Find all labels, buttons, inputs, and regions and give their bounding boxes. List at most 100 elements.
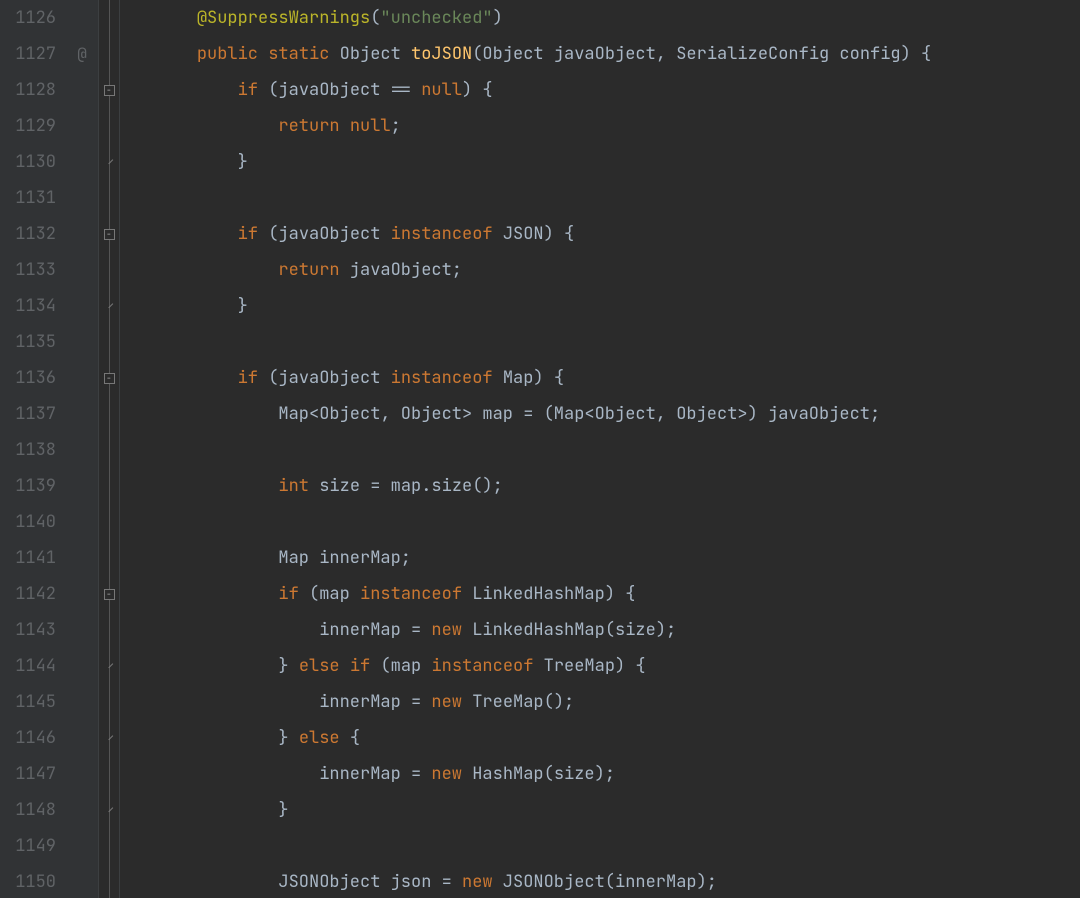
code-line[interactable]: innerMap = new LinkedHashMap(size); [156,612,1080,648]
code-token: else [299,727,340,749]
fold-marker[interactable] [99,252,119,288]
line-number[interactable]: 1133 [0,252,56,288]
code-line[interactable]: Map innerMap; [156,540,1080,576]
code-token: instanceof [360,583,462,605]
code-token [258,43,268,65]
line-number[interactable]: 1139 [0,468,56,504]
code-token: return [278,259,339,281]
code-line[interactable]: public static Object toJSON(Object javaO… [156,36,1080,72]
code-token: (javaObject == [258,79,421,101]
fold-marker[interactable] [99,108,119,144]
line-number[interactable]: 1141 [0,540,56,576]
line-number[interactable]: 1137 [0,396,56,432]
code-line[interactable] [156,432,1080,468]
fold-marker[interactable] [99,504,119,540]
code-line[interactable] [156,324,1080,360]
fold-marker[interactable] [99,612,119,648]
code-line[interactable]: int size = map.size(); [156,468,1080,504]
line-number[interactable]: 1146 [0,720,56,756]
line-number[interactable]: 1149 [0,828,56,864]
gutter-annotation [66,720,98,756]
line-number[interactable]: 1132 [0,216,56,252]
fold-marker[interactable] [99,324,119,360]
gutter-annotation [66,576,98,612]
fold-marker[interactable] [99,396,119,432]
fold-marker[interactable] [99,72,119,108]
fold-marker[interactable] [99,468,119,504]
code-line[interactable]: innerMap = new HashMap(size); [156,756,1080,792]
line-number-gutter[interactable]: 1126112711281129113011311132113311341135… [0,0,66,898]
code-line[interactable]: return javaObject; [156,252,1080,288]
line-number[interactable]: 1148 [0,792,56,828]
fold-marker[interactable] [99,144,119,180]
code-line[interactable]: Map<Object, Object> map = (Map<Object, O… [156,396,1080,432]
code-line[interactable] [156,828,1080,864]
code-editor[interactable]: 1126112711281129113011311132113311341135… [0,0,1080,898]
code-line[interactable]: return null; [156,108,1080,144]
line-number[interactable]: 1135 [0,324,56,360]
code-line[interactable] [156,180,1080,216]
fold-marker[interactable] [99,828,119,864]
fold-marker[interactable] [99,684,119,720]
code-line[interactable]: if (javaObject == null) { [156,72,1080,108]
gutter-annotation [66,756,98,792]
fold-marker[interactable] [99,648,119,684]
code-token: innerMap = [156,763,431,785]
fold-marker[interactable] [99,864,119,898]
code-token: TreeMap) { [533,655,645,677]
gutter-annotation [66,684,98,720]
line-number[interactable]: 1134 [0,288,56,324]
code-line[interactable]: } else if (map instanceof TreeMap) { [156,648,1080,684]
line-number[interactable]: 1128 [0,72,56,108]
code-token: "unchecked" [380,7,492,29]
fold-marker[interactable] [99,720,119,756]
code-token: new [462,871,493,893]
code-line[interactable]: } [156,144,1080,180]
line-number[interactable]: 1131 [0,180,56,216]
fold-marker[interactable] [99,288,119,324]
code-token [156,7,197,29]
code-line[interactable]: } [156,792,1080,828]
line-number[interactable]: 1129 [0,108,56,144]
annotation-gutter[interactable]: @ [66,0,98,898]
code-token: instanceof [391,367,493,389]
line-number[interactable]: 1126 [0,0,56,36]
fold-gutter[interactable] [98,0,120,898]
code-line[interactable] [156,504,1080,540]
fold-marker[interactable] [99,756,119,792]
code-line[interactable]: JSONObject json = new JSONObject(innerMa… [156,864,1080,898]
fold-marker[interactable] [99,792,119,828]
line-number[interactable]: 1147 [0,756,56,792]
code-line[interactable]: innerMap = new TreeMap(); [156,684,1080,720]
fold-marker[interactable] [99,540,119,576]
code-token: (map [370,655,431,677]
fold-marker[interactable] [99,432,119,468]
code-token: HashMap(size); [462,763,615,785]
line-number[interactable]: 1144 [0,648,56,684]
code-area[interactable]: @SuppressWarnings("unchecked") public st… [120,0,1080,898]
line-number[interactable]: 1136 [0,360,56,396]
code-line[interactable]: @SuppressWarnings("unchecked") [156,0,1080,36]
fold-marker[interactable] [99,360,119,396]
gutter-annotation [66,540,98,576]
line-number[interactable]: 1142 [0,576,56,612]
line-number[interactable]: 1143 [0,612,56,648]
code-line[interactable]: if (javaObject instanceof JSON) { [156,216,1080,252]
fold-marker[interactable] [99,216,119,252]
code-token: (Object javaObject, SerializeConfig conf… [472,43,931,65]
line-number[interactable]: 1138 [0,432,56,468]
line-number[interactable]: 1145 [0,684,56,720]
code-line[interactable]: } else { [156,720,1080,756]
code-token [340,655,350,677]
line-number[interactable]: 1130 [0,144,56,180]
fold-marker[interactable] [99,36,119,72]
line-number[interactable]: 1140 [0,504,56,540]
code-line[interactable]: if (javaObject instanceof Map) { [156,360,1080,396]
code-line[interactable]: } [156,288,1080,324]
line-number[interactable]: 1127 [0,36,56,72]
code-line[interactable]: if (map instanceof LinkedHashMap) { [156,576,1080,612]
fold-marker[interactable] [99,576,119,612]
fold-marker[interactable] [99,180,119,216]
line-number[interactable]: 1150 [0,864,56,898]
fold-marker[interactable] [99,0,119,36]
